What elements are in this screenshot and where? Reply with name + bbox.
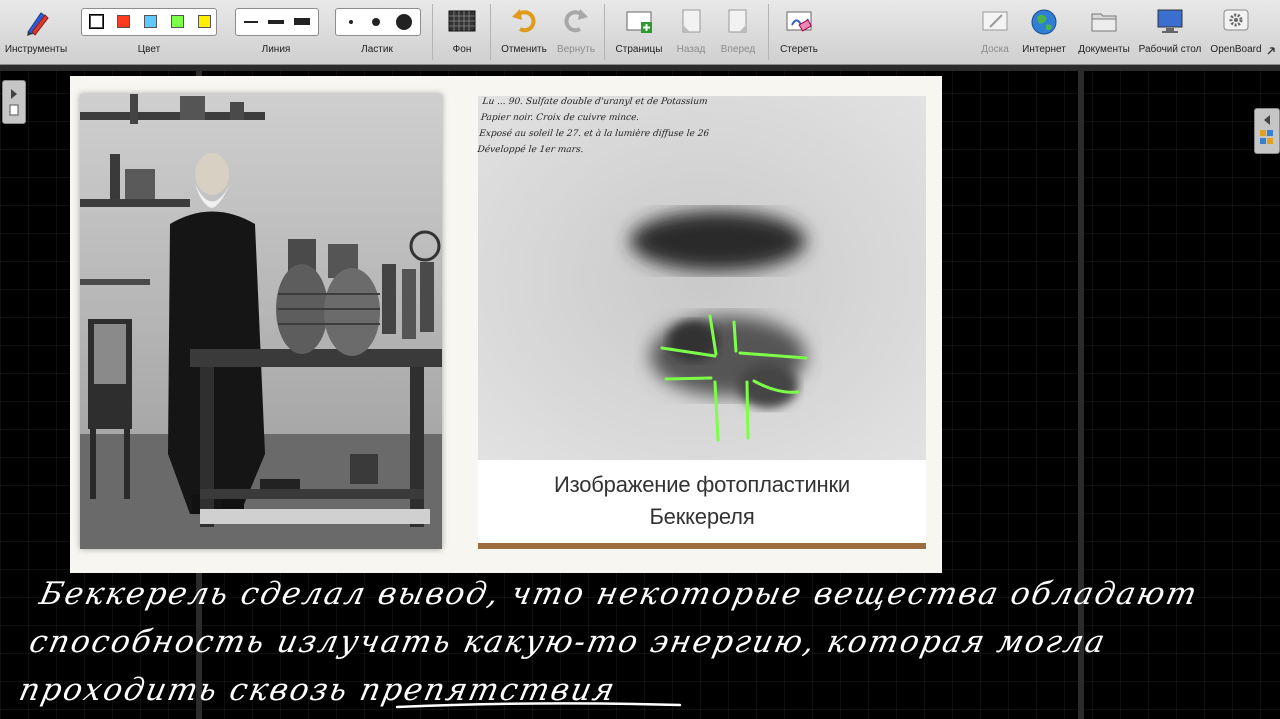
pages-button[interactable]: Страницы — [610, 0, 668, 64]
plate-caption: Изображение фотопластинки Беккереля — [478, 460, 926, 544]
background-button[interactable]: Фон — [440, 0, 484, 64]
forward-button[interactable]: Вперед — [714, 0, 762, 64]
handwritten-line: Беккерель сделал вывод, что некоторые ве… — [36, 576, 1202, 612]
expand-right-icon — [1260, 115, 1273, 144]
caption-line: Изображение фотопластинки — [553, 472, 851, 497]
color-yellow-swatch[interactable] — [198, 15, 211, 28]
color-red-swatch[interactable] — [117, 15, 130, 28]
desktop-button[interactable]: Рабочий стол — [1136, 0, 1204, 64]
color-group: Цвет — [78, 0, 220, 64]
collapse-toolbar-icon[interactable] — [1266, 46, 1276, 56]
settings-gear-icon — [1223, 9, 1249, 31]
background-label: Фон — [452, 44, 472, 55]
undo-label: Отменить — [501, 44, 547, 55]
main-toolbar: Инструменты Цвет Линия Ластик Фон Отмени… — [0, 0, 1280, 65]
tools-button[interactable]: Инструменты — [0, 0, 72, 64]
documents-label: Документы — [1078, 44, 1130, 55]
handwritten-text-block: Беккерель сделал вывод, что некоторые ве… — [15, 570, 1246, 714]
pages-label: Страницы — [615, 44, 663, 55]
left-palette-toggle[interactable] — [2, 80, 26, 124]
caption-line: Беккереля — [649, 504, 755, 529]
line-width-selector — [235, 8, 319, 36]
color-blue-swatch[interactable] — [144, 15, 157, 28]
previous-page-icon — [682, 9, 701, 33]
becquerel-lab-photo — [80, 94, 442, 549]
redo-button[interactable]: Вернуть — [552, 0, 600, 64]
tools-label: Инструменты — [4, 44, 68, 55]
underline-stroke — [395, 702, 682, 709]
line-thin-option[interactable] — [244, 21, 258, 23]
background-grid-icon — [448, 10, 476, 32]
line-thick-option[interactable] — [294, 18, 310, 25]
line-group: Линия — [232, 0, 320, 64]
expand-left-icon — [9, 89, 19, 116]
eraser-group: Ластик — [332, 0, 422, 64]
right-palette-toggle[interactable] — [1254, 108, 1280, 154]
openboard-label: OpenBoard — [1210, 44, 1262, 55]
internet-button[interactable]: Интернет — [1018, 0, 1070, 64]
handwritten-notes[interactable]: Беккерель сделал вывод, что некоторые ве… — [16, 570, 1230, 714]
forward-label: Вперед — [720, 44, 756, 55]
eraser-label: Ластик — [361, 44, 393, 55]
desktop-label: Рабочий стол — [1138, 44, 1202, 55]
globe-icon — [1031, 9, 1057, 35]
green-cross-annotation — [660, 314, 808, 442]
openboard-menu-button[interactable]: OpenBoard — [1206, 0, 1266, 64]
color-white-swatch[interactable] — [89, 14, 104, 29]
new-page-icon — [626, 11, 652, 33]
board-icon — [982, 11, 1008, 31]
color-green-swatch[interactable] — [171, 15, 184, 28]
erase-board-icon — [786, 11, 813, 32]
color-label: Цвет — [137, 44, 161, 55]
internet-label: Интернет — [1022, 44, 1066, 55]
pens-icon — [27, 12, 49, 36]
eraser-size-selector — [335, 8, 421, 36]
redo-label: Вернуть — [556, 44, 596, 55]
monitor-icon — [1157, 9, 1183, 33]
undo-button[interactable]: Отменить — [496, 0, 552, 64]
handwritten-line: способность излучать какую-то энергию, к… — [26, 624, 1110, 660]
board-label: Доска — [981, 44, 1009, 55]
next-page-icon — [728, 9, 747, 33]
undo-icon — [512, 9, 536, 33]
line-label: Линия — [261, 44, 291, 55]
caption-accent-bar — [478, 543, 926, 549]
back-button[interactable]: Назад — [670, 0, 712, 64]
redo-icon — [564, 9, 588, 33]
erase-all-label: Стереть — [780, 44, 818, 55]
documents-button[interactable]: Документы — [1074, 0, 1134, 64]
folder-icon — [1091, 13, 1117, 32]
erase-all-button[interactable]: Стереть — [772, 0, 826, 64]
eraser-large-option[interactable] — [396, 14, 412, 30]
imported-slide[interactable]: Lu ... 90. Sulfate double d'uranyl et de… — [70, 76, 942, 573]
board-guide-line — [0, 65, 1280, 71]
color-palette — [81, 8, 217, 36]
eraser-small-option[interactable] — [349, 20, 353, 24]
line-medium-option[interactable] — [268, 20, 284, 24]
board-button[interactable]: Доска — [974, 0, 1016, 64]
eraser-medium-option[interactable] — [372, 18, 380, 26]
back-label: Назад — [676, 44, 706, 55]
